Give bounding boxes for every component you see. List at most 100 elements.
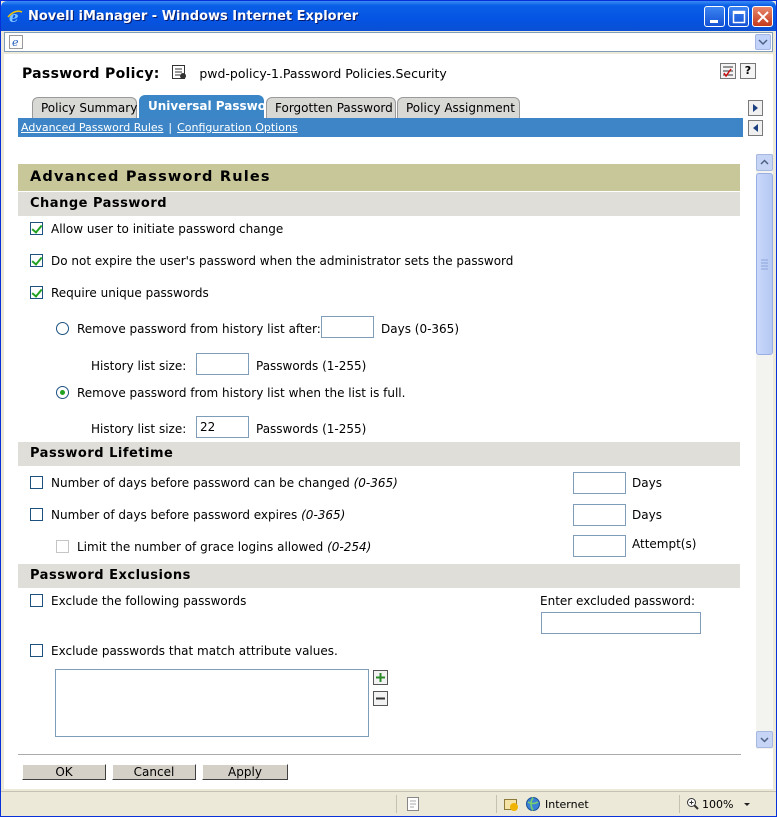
remove-after-days-input[interactable] [321,316,374,338]
status-segment-zoom[interactable]: 100% [679,795,774,813]
advanced-password-rules-link[interactable]: Advanced Password Rules [21,121,163,134]
svg-text:e: e [12,36,19,49]
plus-icon [376,673,385,682]
grace-logins-row: Limit the number of grace logins allowed… [56,540,371,554]
days-range-label: Days (0-365) [381,322,459,336]
svg-text:e: e [9,8,19,24]
minus-icon [376,697,385,700]
grace-logins-checkbox[interactable] [56,540,69,553]
title-bar: e Novell iManager - Windows Internet Exp… [1,1,776,31]
remove-attribute-button[interactable] [373,691,388,706]
add-attribute-button[interactable] [373,670,388,685]
allow-initiate-checkbox[interactable] [30,222,43,235]
tab-scroll-left-button[interactable] [748,120,763,136]
form-scroll-area: Advanced Password Rules Change Password … [18,154,741,749]
remove-after-radio[interactable] [56,322,69,335]
remove-after-row: Remove password from history list after: [56,322,321,336]
history-size-label-1: History list size: [91,359,187,373]
allow-initiate-label: Allow user to initiate password change [51,222,284,236]
scroll-up-button[interactable] [756,154,773,171]
maximize-button[interactable] [728,6,749,27]
remove-after-label: Remove password from history list after: [77,322,321,336]
configuration-options-link[interactable]: Configuration Options [177,121,298,134]
internet-globe-icon [526,797,540,811]
attribute-values-list[interactable] [55,669,369,737]
remove-when-full-radio[interactable] [56,386,69,399]
passwords-range-label-2: Passwords (1-255) [256,422,367,436]
policy-label: Password Policy: [22,66,160,82]
no-expire-checkbox[interactable] [30,254,43,267]
tab-universal-password[interactable]: Universal Password [139,95,281,118]
change-password-heading: Change Password [18,192,740,216]
section-title: Advanced Password Rules [18,164,740,191]
exclude-following-checkbox[interactable] [30,594,43,607]
page-content: Password Policy: pwd-policy-1.Password P… [4,54,773,789]
protected-mode-icon [504,799,518,811]
page-icon [407,797,419,811]
status-segment-zone: Internet [496,795,679,813]
zoom-level: 100% [702,798,734,811]
tab-policy-summary[interactable]: Policy Summary [32,97,137,118]
checklist-icon [723,66,733,78]
grace-logins-range: (0-254) [327,540,372,554]
close-button[interactable] [752,6,773,27]
days-before-expire-label: Number of days before password expires [51,508,298,522]
password-lifetime-heading: Password Lifetime [18,442,740,466]
help-icon[interactable]: ? [740,63,756,79]
history-size-label-2: History list size: [91,422,187,436]
days-before-expire-row: Number of days before password expires (… [30,508,345,522]
allow-initiate-row: Allow user to initiate password change [30,222,283,236]
days-before-change-input[interactable] [573,472,626,494]
tasks-icon[interactable] [720,63,736,79]
exclude-attr-row: Exclude passwords that match attribute v… [30,644,338,658]
maximize-icon [732,10,746,24]
ok-button[interactable]: OK [22,764,106,780]
policy-header: Password Policy: pwd-policy-1.Password P… [22,64,447,84]
chevron-up-icon [760,159,769,165]
arrow-left-icon [753,124,758,132]
enter-excluded-label: Enter excluded password: [540,594,696,608]
days-before-change-row: Number of days before password can be ch… [30,476,398,490]
days-unit-label-1: Days [632,476,662,490]
passwords-range-label-1: Passwords (1-255) [256,359,367,373]
excluded-password-input[interactable] [541,612,701,634]
address-bar[interactable]: e [4,32,773,52]
exclude-following-row: Exclude the following passwords [30,594,246,608]
chevron-down-icon [744,803,750,806]
days-before-change-checkbox[interactable] [30,476,43,489]
sub-navigation: Advanced Password Rules | Configuration Op… [18,118,743,137]
no-expire-label: Do not expire the user's password when t… [51,254,514,268]
internet-explorer-icon: e [7,8,23,24]
grace-logins-input[interactable] [573,535,626,557]
vertical-scrollbar[interactable] [756,154,773,749]
address-dropdown-button[interactable] [755,34,771,50]
days-before-change-label: Number of days before password can be ch… [51,476,350,490]
cancel-button[interactable]: Cancel [112,764,196,780]
scroll-down-button[interactable] [756,731,773,748]
minimize-button[interactable] [704,6,725,27]
chevron-down-icon [760,737,769,743]
require-unique-label: Require unique passwords [51,286,209,300]
days-before-expire-input[interactable] [573,504,626,526]
require-unique-checkbox[interactable] [30,286,43,299]
zone-label: Internet [545,798,589,811]
status-segment-page [396,795,496,813]
browser-window: e Novell iManager - Windows Internet Exp… [0,0,777,817]
scroll-thumb[interactable] [756,173,773,355]
ie-page-icon: e [9,35,23,49]
exclude-following-label: Exclude the following passwords [51,594,247,608]
apply-button[interactable]: Apply [202,764,288,780]
history-size-input-1[interactable] [196,353,249,375]
tab-forgotten-password[interactable]: Forgotten Password [266,97,396,118]
window-title: Novell iManager - Windows Internet Explo… [28,9,359,24]
exclude-attr-checkbox[interactable] [30,644,43,657]
zoom-icon [687,798,699,810]
attempts-unit-label: Attempt(s) [632,537,697,551]
tab-policy-assignment[interactable]: Policy Assignment [397,97,520,118]
days-before-expire-checkbox[interactable] [30,508,43,521]
footer-button-bar: OK Cancel Apply [18,754,741,786]
history-size-input-2[interactable] [196,416,249,438]
minimize-icon [710,20,718,23]
tab-scroll-right-button[interactable] [748,100,763,116]
no-expire-row: Do not expire the user's password when t… [30,254,513,268]
